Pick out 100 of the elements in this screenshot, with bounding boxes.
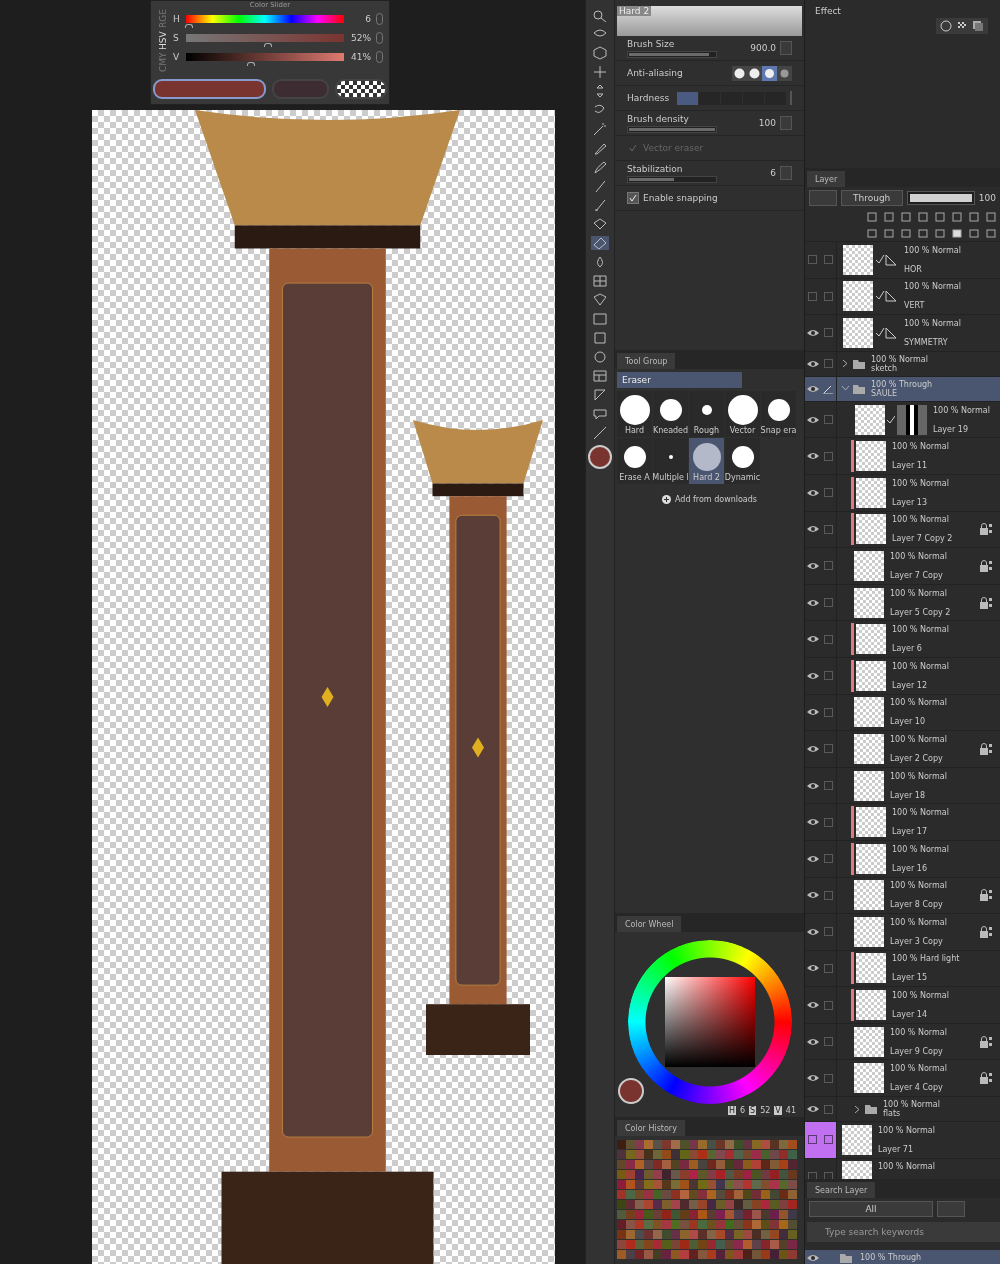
layer-row[interactable]: 100 % Normal Layer 71 [805, 1122, 1000, 1159]
search-result-row[interactable]: 100 % Through [805, 1250, 1000, 1264]
eye-icon[interactable] [806, 635, 819, 644]
subtool-item[interactable]: Hard [617, 391, 652, 437]
eye-icon[interactable] [806, 525, 819, 534]
layer-row[interactable]: 100 % Normal Layer 14 [805, 987, 1000, 1024]
eye-icon[interactable] [806, 1105, 819, 1114]
setting-slider[interactable] [627, 50, 717, 58]
checkbox[interactable] [627, 192, 639, 204]
layer-row[interactable]: 100 % Normal Layer 7 Copy [805, 548, 1000, 585]
layer-color-dropdown[interactable] [809, 190, 837, 206]
hidden-checkbox[interactable] [808, 255, 817, 265]
subtool-item[interactable]: Erase A [617, 438, 652, 484]
eye-icon[interactable] [806, 359, 819, 368]
eye-icon[interactable] [806, 781, 819, 790]
eye-icon[interactable] [806, 818, 819, 827]
antialias-option[interactable] [762, 65, 777, 81]
eye-icon[interactable] [806, 854, 819, 863]
hardness-selector[interactable] [677, 91, 787, 105]
layer-row[interactable]: 100 % Normal VERT [805, 278, 1000, 316]
chevron-right-icon[interactable] [841, 360, 849, 368]
layer-row[interactable]: 100 % Normal Layer 18 [805, 767, 1000, 805]
eye-icon[interactable] [806, 1001, 819, 1010]
layer-row[interactable]: 100 % Normal Layer 2 Copy [805, 731, 1000, 768]
edit-checkbox[interactable] [823, 1073, 833, 1083]
eye-icon[interactable] [806, 561, 819, 570]
eye-icon[interactable] [806, 329, 819, 337]
eye-icon[interactable] [806, 744, 819, 753]
slider-thumb[interactable] [185, 24, 194, 28]
eye-icon[interactable] [806, 671, 819, 680]
magnifier-icon[interactable] [591, 8, 609, 22]
slider-thumb[interactable] [246, 62, 255, 66]
layer-row[interactable]: 100 % Normal Layer 11 [805, 438, 1000, 475]
filter-dropdown[interactable]: All [809, 1201, 933, 1217]
edit-checkbox[interactable] [823, 634, 833, 644]
blend-mode-dropdown[interactable]: Through [840, 190, 903, 206]
layers-icon[interactable] [972, 20, 984, 32]
edit-checkbox[interactable] [823, 291, 833, 301]
transparent-swatch[interactable] [335, 79, 387, 99]
subtool-item[interactable]: Dynamic [725, 438, 760, 484]
layer-row[interactable]: 100 % Normal SYMMETRY [805, 315, 1000, 352]
setting-slider[interactable] [627, 175, 717, 183]
mode-tab[interactable]: HSV [157, 31, 169, 51]
edit-checkbox[interactable] [823, 707, 833, 717]
subtool-item[interactable]: Rough [689, 391, 724, 437]
layer-row[interactable]: 100 % Normal Layer 6 [805, 621, 1000, 658]
eye-icon[interactable] [806, 452, 819, 461]
layer-row[interactable]: 100 % Normal Layer 19 [805, 401, 1000, 439]
layer-row[interactable]: 100 % Normal Layer 8 Copy [805, 877, 1000, 915]
rect-icon[interactable] [591, 331, 609, 345]
edit-checkbox[interactable] [823, 890, 833, 900]
main-color-swatch[interactable] [153, 79, 266, 99]
sub-color-swatch[interactable] [271, 79, 330, 99]
chevron-right-icon[interactable] [853, 1105, 861, 1113]
layer-row[interactable]: 100 % Normal Layer 12 [805, 657, 1000, 695]
layer-row[interactable]: 100 % Normal Layer 5 Copy 2 [805, 584, 1000, 622]
tool-group-header[interactable]: Eraser [617, 372, 742, 388]
effect-toolbar[interactable] [936, 18, 988, 34]
edit-checkbox[interactable] [823, 561, 833, 571]
layer-row[interactable]: 100 % Normal Layer 16 [805, 840, 1000, 878]
current-color-icon[interactable] [588, 445, 612, 469]
hidden-checkbox[interactable] [808, 1135, 817, 1145]
eye-icon[interactable] [806, 488, 819, 497]
wand-icon[interactable] [591, 122, 609, 136]
layer-row[interactable]: 100 % Normal Layer 3 Copy [805, 914, 1000, 951]
eye-icon[interactable] [806, 891, 819, 900]
edit-checkbox[interactable] [823, 359, 833, 369]
saturation-value-square[interactable] [665, 977, 755, 1067]
edit-checkbox[interactable] [823, 488, 833, 498]
layer-row[interactable]: 100 % Normal Layer 9 Copy [805, 1023, 1000, 1061]
layer-row[interactable]: 100 % Through SAULE [805, 376, 1000, 402]
subtool-item[interactable]: Kneaded [653, 391, 688, 437]
edit-checkbox[interactable] [823, 415, 833, 425]
eye-icon[interactable] [806, 708, 819, 717]
grid-icon[interactable] [591, 274, 609, 288]
edit-checkbox[interactable] [823, 524, 833, 534]
edit-checkbox[interactable] [823, 854, 833, 864]
edit-checkbox[interactable] [823, 927, 833, 937]
current-color-icon[interactable] [618, 1078, 644, 1104]
edit-checkbox[interactable] [823, 1000, 833, 1010]
eye-icon[interactable] [806, 384, 819, 393]
eye-icon[interactable] [806, 598, 819, 607]
layer-row[interactable]: 100 % Normal HOR [805, 242, 1000, 279]
eye-icon[interactable] [806, 1253, 819, 1262]
slider-thumb[interactable] [264, 43, 273, 47]
color-wheel-tab[interactable]: Color Wheel [617, 916, 682, 932]
chevron-down-icon[interactable] [841, 386, 849, 392]
subtool-item[interactable]: Multiple l [653, 438, 688, 484]
eye-icon[interactable] [806, 964, 819, 973]
edit-checkbox[interactable] [823, 328, 833, 338]
circle-icon[interactable] [940, 20, 952, 32]
layer-row[interactable]: 100 % Hard light Layer 15 [805, 950, 1000, 988]
edit-checkbox[interactable] [823, 964, 833, 973]
line-icon[interactable] [591, 426, 609, 440]
eye-icon[interactable] [806, 1074, 819, 1083]
reference-marker[interactable] [805, 1122, 820, 1158]
pen-icon[interactable] [591, 141, 609, 155]
tool-group-tab[interactable]: Tool Group [617, 353, 676, 369]
eye-icon[interactable] [806, 1037, 819, 1046]
layer-row[interactable]: 100 % Normal Layer 13 [805, 474, 1000, 512]
